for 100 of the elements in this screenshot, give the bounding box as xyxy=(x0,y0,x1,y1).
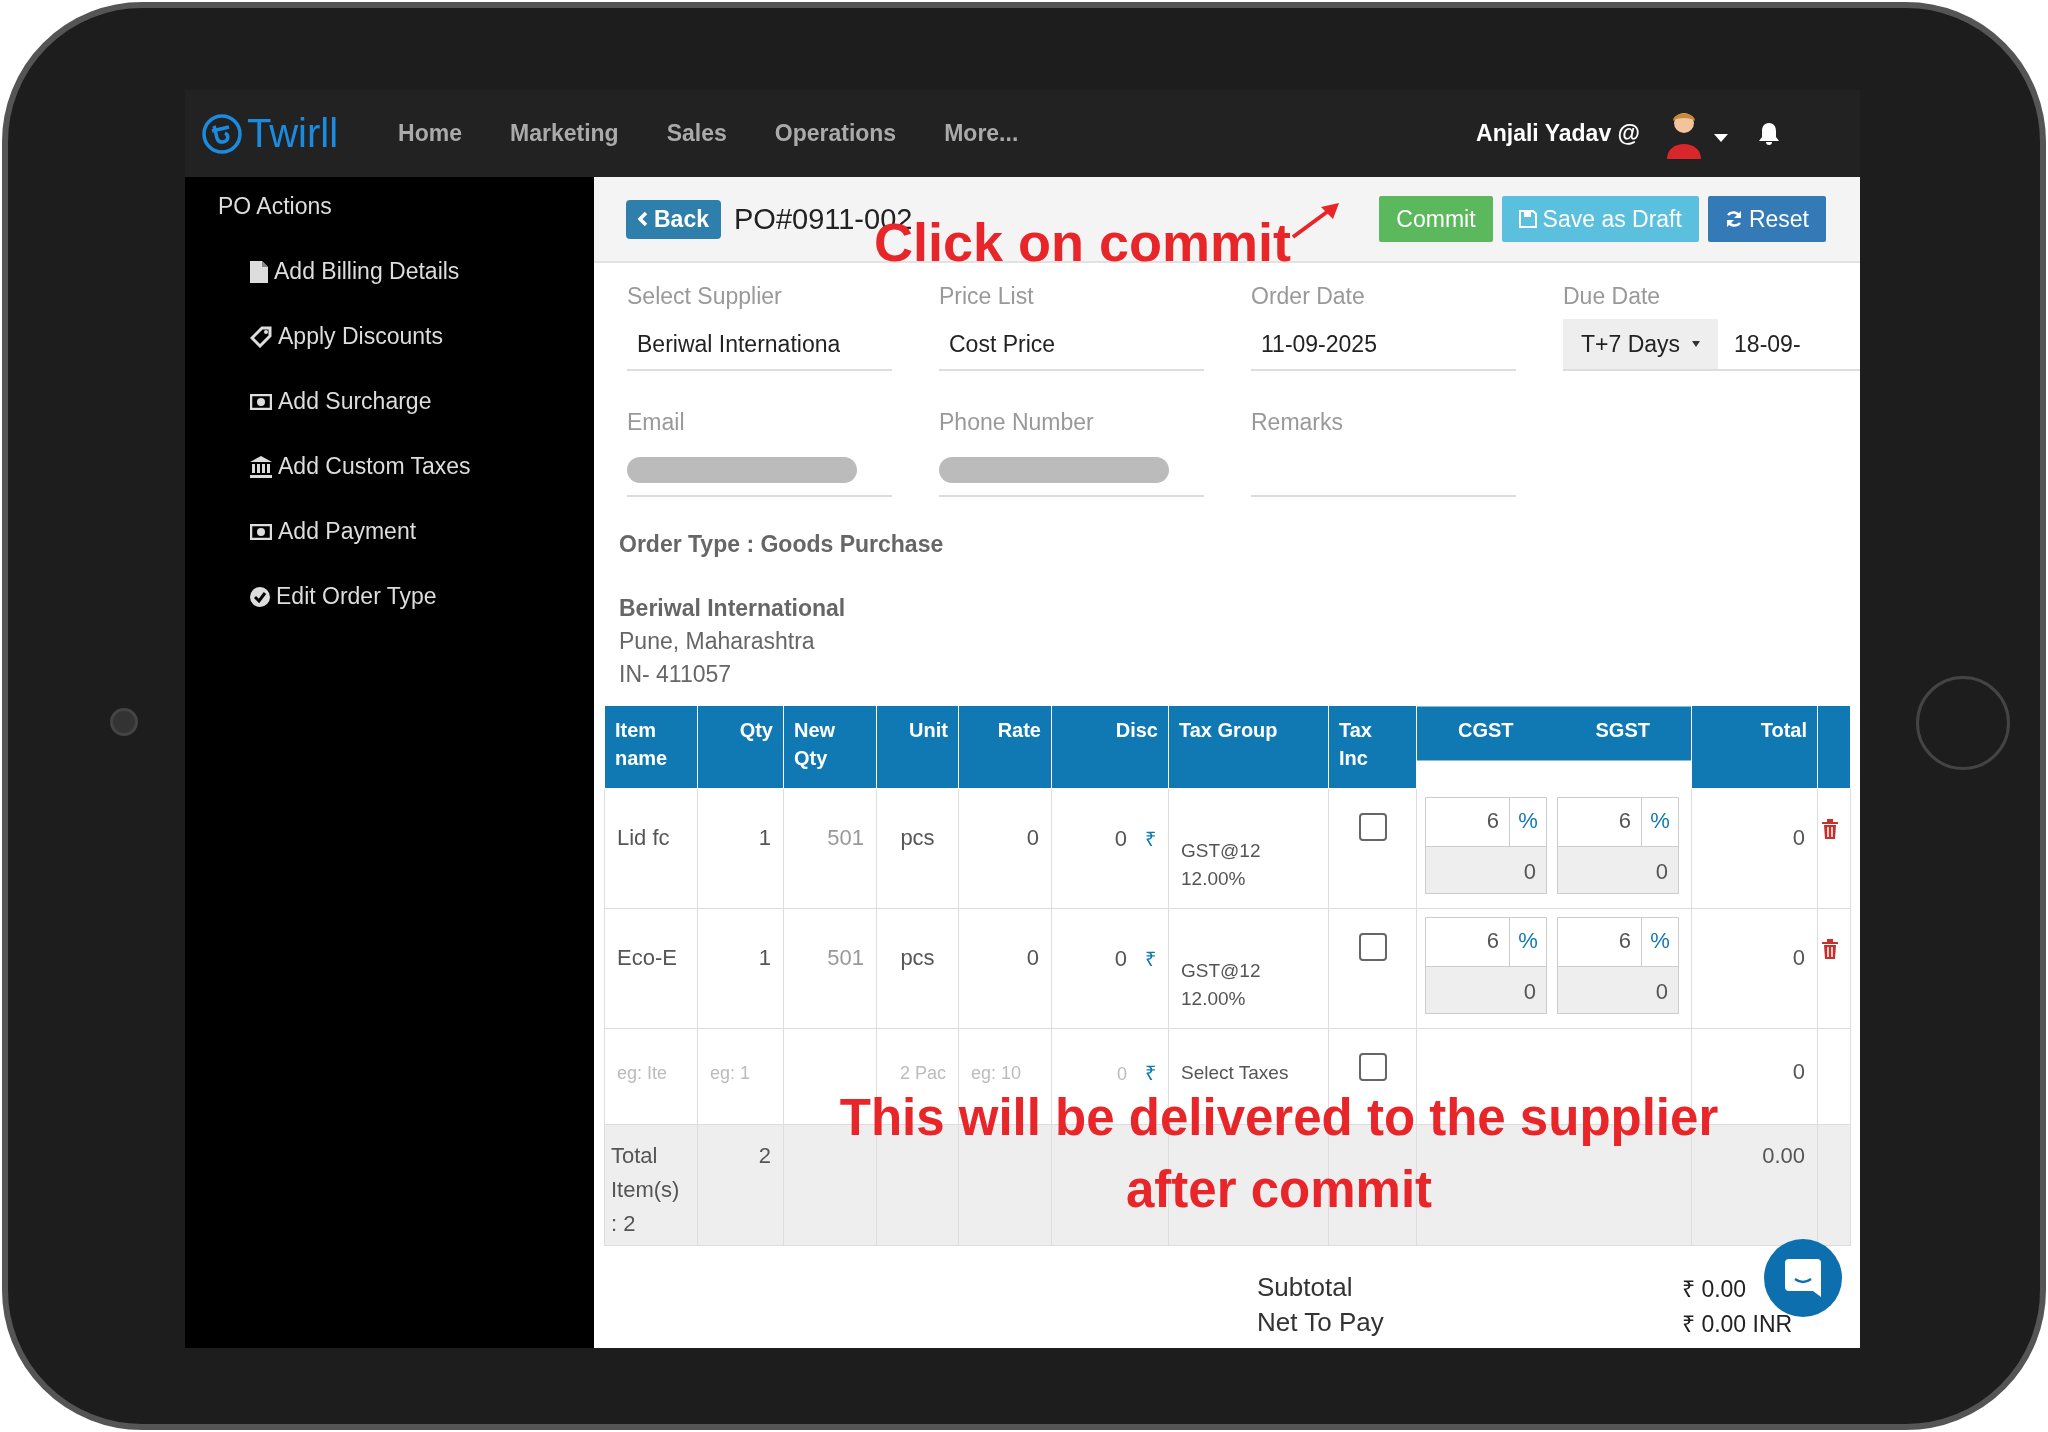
sidebar-title: PO Actions xyxy=(218,193,333,220)
checkbox[interactable] xyxy=(1358,813,1387,841)
field-label: Remarks xyxy=(1251,409,1344,437)
table-cell: 0 xyxy=(1114,946,1127,972)
column-header: Unit xyxy=(876,705,959,789)
rupee-toggle[interactable]: ₹ xyxy=(1145,825,1156,852)
input-field[interactable]: 11-09-2025 xyxy=(1251,319,1516,371)
item-name-input[interactable]: eg: Ite xyxy=(617,1063,685,1084)
due-term-select[interactable]: T+7 Days xyxy=(1563,319,1719,369)
column-header: SGST xyxy=(1595,718,1650,743)
rate-input[interactable]: eg: 10 xyxy=(971,1063,1039,1084)
sidebar-item[interactable]: Add Custom Taxes xyxy=(278,453,471,480)
unit-input[interactable]: 2 Pac xyxy=(889,1063,946,1084)
camera-icon xyxy=(110,708,138,736)
tax-group: GST@12 xyxy=(1181,837,1316,865)
tax-select[interactable]: Select Taxes xyxy=(1181,1062,1289,1083)
summary-value: ₹ 0.00 xyxy=(1682,1274,1747,1304)
input-field[interactable]: Cost Price xyxy=(939,319,1204,371)
column-header: Total xyxy=(1691,705,1818,789)
rate-input[interactable]: 6 xyxy=(1426,918,1509,966)
check-circle-icon xyxy=(250,586,270,607)
amount-field: 0 xyxy=(1558,847,1678,893)
rupee-toggle[interactable]: ₹ xyxy=(1145,945,1156,972)
order-type: Order Type : Goods Purchase xyxy=(619,531,945,558)
field-label: Order Date xyxy=(1251,283,1366,311)
supplier-name: Beriwal International xyxy=(619,594,847,623)
nav-link[interactable]: Operations xyxy=(774,120,897,147)
sidebar-item[interactable]: Edit Order Type xyxy=(276,583,437,610)
percent-toggle[interactable]: % xyxy=(1509,798,1546,846)
nav-link[interactable]: Marketing xyxy=(510,120,619,147)
column-header: New Qty xyxy=(783,705,877,789)
chevron-left-icon xyxy=(638,211,648,227)
sidebar-item[interactable]: Add Payment xyxy=(278,518,417,545)
back-button[interactable]: Back xyxy=(626,199,721,239)
percent-toggle[interactable]: % xyxy=(1509,918,1546,966)
column-header: Item name xyxy=(604,705,698,789)
input-field[interactable]: T+7 Days 18-09- xyxy=(1563,319,1860,371)
summary-value: ₹ 0.00 INR xyxy=(1682,1309,1793,1339)
input-field[interactable]: Beriwal Internationa xyxy=(627,319,892,371)
logo-text[interactable]: Twirll xyxy=(247,111,339,156)
bank-icon xyxy=(250,455,272,478)
nav-link[interactable]: Home xyxy=(398,120,462,147)
save-icon xyxy=(1518,210,1537,228)
address-line: IN- 411057 xyxy=(619,660,733,689)
sidebar-item[interactable]: Add Billing Details xyxy=(274,258,460,285)
percent-toggle[interactable]: % xyxy=(1641,918,1678,966)
money-icon xyxy=(250,523,272,540)
trash-icon[interactable] xyxy=(1822,939,1838,959)
tax-rate: 12.00% xyxy=(1181,987,1247,1011)
refresh-icon xyxy=(1724,210,1743,228)
table-cell: 1 xyxy=(697,908,784,1029)
table-cell: Lid fc xyxy=(604,788,698,909)
column-header: Tax Group xyxy=(1168,705,1329,789)
nav-link[interactable]: Sales xyxy=(666,120,727,147)
reset-button[interactable]: Reset xyxy=(1707,196,1826,242)
field-label: Due Date xyxy=(1563,283,1662,311)
tag-icon xyxy=(250,325,272,348)
table-cell: Eco-E xyxy=(604,908,698,1029)
user-name[interactable]: Anjali Yadav @ xyxy=(1476,120,1640,147)
column-header: Disc xyxy=(1051,705,1169,789)
rupee-toggle[interactable]: ₹ xyxy=(1145,1059,1156,1086)
table-cell: 0 xyxy=(1691,908,1818,1029)
table-cell: 501 xyxy=(783,908,877,1029)
summary-label: Net To Pay xyxy=(1257,1307,1385,1338)
tax-rate: 12.00% xyxy=(1181,867,1247,891)
column-header: Tax Inc xyxy=(1328,705,1417,789)
qty-input[interactable]: eg: 1 xyxy=(710,1063,771,1084)
caret-icon[interactable] xyxy=(1714,133,1728,142)
table-cell: 501 xyxy=(783,788,877,909)
address-line: Pune, Maharashtra xyxy=(619,627,816,656)
checkbox[interactable] xyxy=(1358,933,1387,961)
percent-toggle[interactable]: % xyxy=(1641,798,1678,846)
annotation-arrow xyxy=(1291,201,1342,241)
table-cell: 0 xyxy=(1691,788,1818,909)
trash-icon[interactable] xyxy=(1822,819,1838,839)
column-header: Qty xyxy=(697,705,784,789)
table-cell: pcs xyxy=(876,908,959,1029)
rate-input[interactable]: 6 xyxy=(1558,918,1641,966)
nav-link[interactable]: More... xyxy=(944,120,1019,147)
field-label: Select Supplier xyxy=(627,283,783,311)
column-header: Rate xyxy=(958,705,1052,789)
table-cell: 0 xyxy=(958,788,1052,909)
sidebar-item[interactable]: Apply Discounts xyxy=(278,323,443,350)
rate-input[interactable]: 6 xyxy=(1558,798,1641,846)
field-label: Phone Number xyxy=(939,409,1095,437)
rate-input[interactable]: 6 xyxy=(1426,798,1509,846)
tax-group: GST@12 xyxy=(1181,957,1316,985)
table-cell: 1 xyxy=(697,788,784,909)
amount-field: 0 xyxy=(1426,847,1546,893)
field-label: Price List xyxy=(939,283,1035,311)
table-cell: pcs xyxy=(876,788,959,909)
amount-field: 0 xyxy=(1426,967,1546,1013)
table-cell: 2 xyxy=(697,1124,784,1246)
bell-icon[interactable] xyxy=(1758,121,1780,146)
sidebar-item[interactable]: Add Surcharge xyxy=(278,388,432,415)
checkbox[interactable] xyxy=(1358,1053,1387,1081)
table-cell: Total Item(s) : 2 xyxy=(604,1124,698,1246)
document-icon xyxy=(250,260,268,283)
amount-field: 0 xyxy=(1558,967,1678,1013)
discount-input[interactable]: 0 xyxy=(1107,1064,1127,1085)
